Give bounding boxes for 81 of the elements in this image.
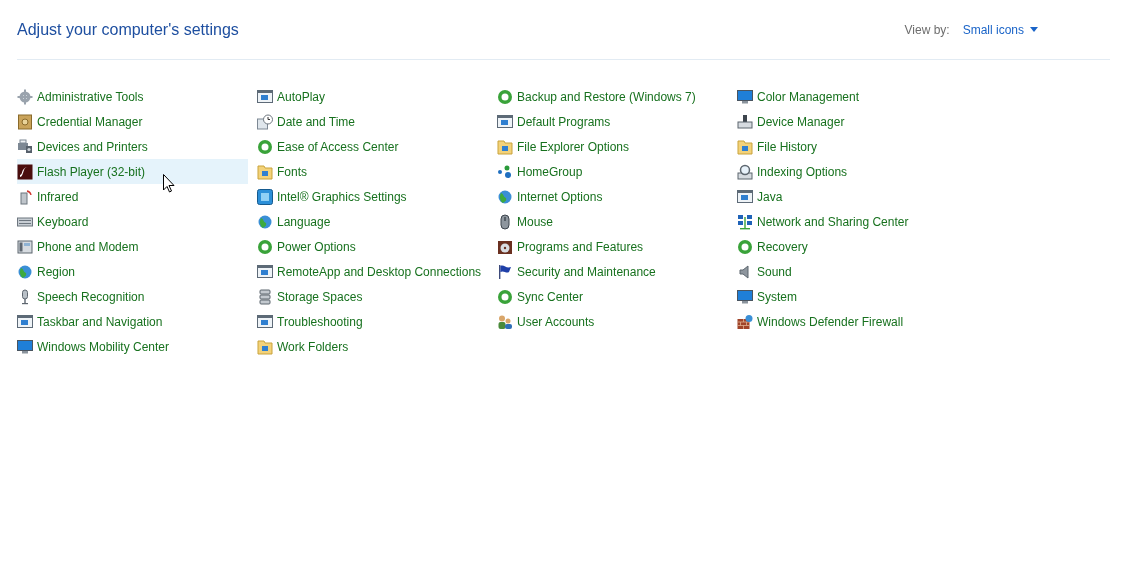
control-panel-item[interactable]: Flash Player (32-bit) — [17, 159, 248, 184]
control-panel-item[interactable]: Ease of Access Center — [257, 134, 488, 159]
folder-icon — [737, 138, 753, 155]
control-panel-item[interactable]: Intel® Graphics Settings — [257, 184, 488, 209]
control-panel-item[interactable]: File Explorer Options — [497, 134, 728, 159]
gear-icon — [17, 88, 33, 105]
control-panel-item[interactable]: Mouse — [497, 209, 728, 234]
window-icon — [17, 313, 33, 330]
circle-icon — [497, 288, 513, 305]
control-panel-item[interactable]: Windows Mobility Center — [17, 334, 248, 359]
window-icon — [257, 313, 273, 330]
control-panel-item[interactable]: Taskbar and Navigation — [17, 309, 248, 334]
caret-icon — [1030, 27, 1038, 32]
printer-icon — [17, 138, 33, 155]
network-icon — [737, 213, 753, 230]
people-icon — [497, 313, 513, 330]
folder-icon — [497, 138, 513, 155]
circle-icon — [737, 238, 753, 255]
chip-icon — [257, 188, 273, 205]
safe-icon — [17, 113, 33, 130]
control-panel-item[interactable]: Sound — [737, 259, 968, 284]
control-panel-item[interactable]: Security and Maintenance — [497, 259, 728, 284]
phone-icon — [17, 238, 33, 255]
control-panel-item[interactable]: Windows Defender Firewall — [737, 309, 968, 334]
control-panel-item[interactable]: Backup and Restore (Windows 7) — [497, 84, 728, 109]
control-panel-item[interactable]: Region — [17, 259, 248, 284]
view-by-label: View by: — [904, 22, 950, 37]
window-icon — [257, 88, 273, 105]
circle-icon — [257, 238, 273, 255]
window-icon — [737, 188, 753, 205]
control-panel-item[interactable]: AutoPlay — [257, 84, 488, 109]
control-panel-item[interactable]: Phone and Modem — [17, 234, 248, 259]
control-panel-item[interactable]: Device Manager — [737, 109, 968, 134]
control-panel-item[interactable]: RemoteApp and Desktop Connections — [257, 259, 488, 284]
dots-icon — [497, 163, 513, 180]
cursor-icon — [163, 174, 175, 193]
window-icon — [257, 263, 273, 280]
control-panel-item[interactable]: Storage Spaces — [257, 284, 488, 309]
disks-icon — [257, 288, 273, 305]
brick-wall-icon — [737, 313, 753, 330]
control-panel-item[interactable]: Administrative Tools — [17, 84, 248, 109]
control-panel-item[interactable]: Date and Time — [257, 109, 488, 134]
folder-icon — [257, 338, 273, 355]
control-panel-item[interactable]: Power Options — [257, 234, 488, 259]
flash-icon — [17, 163, 33, 180]
control-panel-item[interactable]: Troubleshooting — [257, 309, 488, 334]
control-panel-item[interactable]: Devices and Printers — [17, 134, 248, 159]
globe-icon — [497, 188, 513, 205]
circle-icon — [257, 138, 273, 155]
control-panel-item[interactable]: Internet Options — [497, 184, 728, 209]
control-panel-item[interactable]: File History — [737, 134, 968, 159]
control-panel-item[interactable]: Work Folders — [257, 334, 488, 359]
control-panel-item[interactable]: Color Management — [737, 84, 968, 109]
folder-icon — [257, 163, 273, 180]
globe-icon — [17, 263, 33, 280]
globe-icon — [257, 213, 273, 230]
monitor-icon — [737, 88, 753, 105]
control-panel-item[interactable]: Sync Center — [497, 284, 728, 309]
control-panel-item[interactable]: Network and Sharing Center — [737, 209, 968, 234]
monitor-icon — [737, 288, 753, 305]
control-panel-item[interactable]: Infrared — [17, 184, 248, 209]
control-panel-item[interactable]: Java — [737, 184, 968, 209]
circle-icon — [497, 88, 513, 105]
control-panel-item[interactable]: Language — [257, 209, 488, 234]
clock-icon — [257, 113, 273, 130]
control-panel-item[interactable]: System — [737, 284, 968, 309]
control-panel-item[interactable]: Default Programs — [497, 109, 728, 134]
control-panel-item[interactable]: Fonts — [257, 159, 488, 184]
control-panel-item[interactable]: Keyboard — [17, 209, 248, 234]
monitor-icon — [17, 338, 33, 355]
control-panel-item[interactable]: Indexing Options — [737, 159, 968, 184]
page-title: Adjust your computer's settings — [17, 20, 239, 39]
control-panel-item[interactable]: Speech Recognition — [17, 284, 248, 309]
control-panel-item[interactable]: Programs and Features — [497, 234, 728, 259]
window-icon — [497, 113, 513, 130]
control-panel-item[interactable]: HomeGroup — [497, 159, 728, 184]
control-panel-item[interactable]: Recovery — [737, 234, 968, 259]
control-panel-item[interactable]: User Accounts — [497, 309, 728, 334]
flag-icon — [497, 263, 513, 280]
control-panel-item[interactable]: Credential Manager — [17, 109, 248, 134]
view-by-dropdown[interactable]: Small icons — [962, 22, 1038, 37]
